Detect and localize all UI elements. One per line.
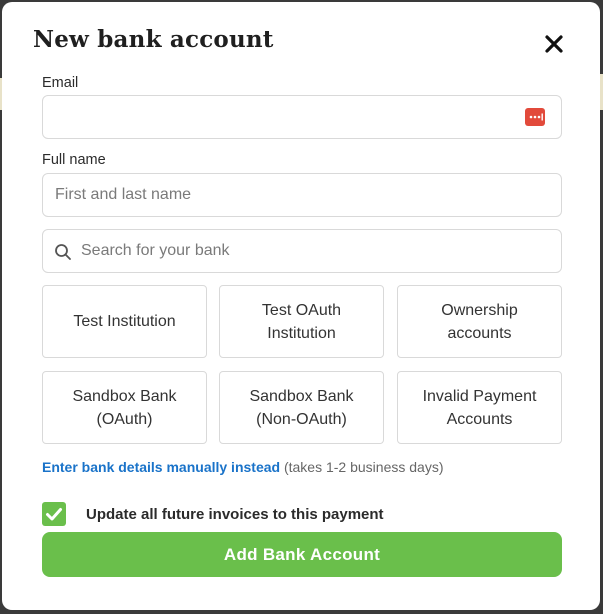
check-icon [46, 508, 62, 521]
bank-option-test-oauth-institution[interactable]: Test OAuth Institution [219, 285, 384, 358]
full-name-label: Full name [42, 152, 106, 168]
bank-search-input[interactable] [43, 230, 561, 272]
bank-search-wrapper [42, 229, 562, 273]
update-invoices-label: Update all future invoices to this payme… [86, 506, 384, 523]
full-name-field-wrapper [42, 173, 562, 217]
password-manager-icon[interactable] [525, 108, 545, 126]
add-bank-account-button[interactable]: Add Bank Account [42, 532, 562, 577]
close-button[interactable] [543, 33, 565, 55]
bank-option-sandbox-bank-non-oauth[interactable]: Sandbox Bank (Non-OAuth) [219, 371, 384, 444]
bank-option-ownership-accounts[interactable]: Ownership accounts [397, 285, 562, 358]
full-name-field[interactable] [43, 174, 561, 216]
bank-account-modal: New bank account Email Full name Test In… [2, 2, 600, 610]
email-field[interactable] [43, 96, 561, 138]
email-label: Email [42, 75, 79, 91]
bank-option-test-institution[interactable]: Test Institution [42, 285, 207, 358]
close-icon [545, 35, 563, 53]
update-invoices-checkbox[interactable] [42, 502, 66, 526]
bank-option-sandbox-bank-oauth[interactable]: Sandbox Bank (OAuth) [42, 371, 207, 444]
modal-title: New bank account [33, 26, 274, 53]
manual-entry-note: (takes 1-2 business days) [283, 459, 444, 475]
manual-entry-link[interactable]: Enter bank details manually instead [42, 459, 280, 475]
manual-entry-row: Enter bank details manually instead (tak… [42, 459, 444, 475]
bank-option-invalid-payment-accounts[interactable]: Invalid Payment Accounts [397, 371, 562, 444]
search-icon [55, 244, 71, 260]
email-field-wrapper [42, 95, 562, 139]
